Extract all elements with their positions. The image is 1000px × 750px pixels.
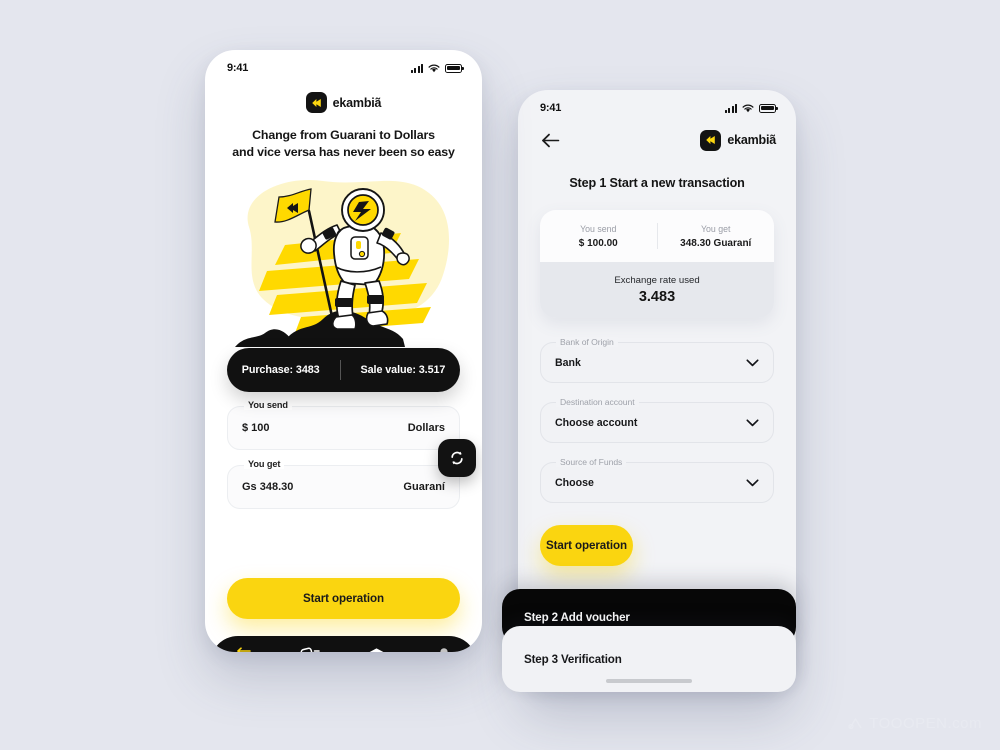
page-headline: Change from Guarani to Dollars and vice … [225,127,462,161]
page-title: Step 1 Start a new transaction [569,176,745,190]
astronaut-planting-flag-illustration [205,167,482,347]
you-send-caption: You send [580,223,617,234]
exchange-rate-value: 3.483 [638,289,676,305]
select-bank-of-origin[interactable]: Bank of Origin Bank [540,337,774,383]
select-destination-account-value: Choose account [555,416,638,429]
status-indicators [725,103,778,113]
wifi-icon [742,104,754,112]
you-send-field[interactable]: You send $ 100 Dollars [227,400,460,450]
watermark-text: TOOOPEN.com [869,715,982,732]
you-send-amount: $ 100.00 [578,237,618,249]
select-source-of-funds[interactable]: Source of Funds Choose [540,457,774,503]
double-chevron-left-icon [700,129,722,151]
exchange-fields: You send $ 100 Dollars You get Gs 348.30… [227,400,476,509]
status-indicators [411,63,464,73]
start-operation-button[interactable]: Start operation [227,578,460,619]
battery-full-icon [759,103,778,113]
select-bank-of-origin-label: Bank of Origin [556,337,618,347]
user-icon [435,646,453,652]
swap-currencies-button[interactable] [438,439,476,477]
you-get-label: You get [244,459,285,469]
you-get-amount: 348.30 Guaraní [680,237,752,249]
wifi-icon [428,64,440,72]
you-get-field[interactable]: You get Gs 348.30 Guaraní [227,459,460,509]
select-destination-account[interactable]: Destination account Choose account [540,397,774,443]
bank-icon [367,646,386,652]
status-bar: 9:41 [205,50,482,80]
summary-you-get: You get 348.30 Guaraní [658,224,775,249]
chevron-down-icon [746,418,759,426]
top-nav-bar: ekambiã [518,120,796,156]
watermark: TOOOPEN.com [847,715,982,732]
app-logo: ekambiã [700,129,776,151]
tab-accounts[interactable]: Accounts [349,646,405,652]
status-bar: 9:41 [518,90,796,120]
battery-full-icon [445,63,464,73]
status-time: 9:41 [227,62,249,74]
step-three-card[interactable]: Step 3 Verification [502,626,796,692]
tab-profile[interactable]: Profile [416,646,472,652]
chevron-down-icon [746,478,759,486]
tab-list[interactable]: List [282,646,338,652]
select-source-of-funds-label: Source of Funds [556,457,627,467]
you-get-value: Gs 348.30 [242,481,294,493]
back-button[interactable] [538,128,562,152]
app-logo: ekambiã [205,92,482,113]
summary-rate-row: Exchange rate used 3.483 [540,262,774,318]
you-get-currency: Guaraní [403,481,445,493]
cloud-logo-icon [848,718,862,730]
select-bank-of-origin-value: Bank [555,356,581,369]
you-send-value: $ 100 [242,422,270,434]
headline-line-2: and vice versa has never been so easy [232,145,455,159]
bottom-tab-bar: Start List [210,636,477,652]
you-send-currency: Dollars [407,422,445,434]
transaction-summary-card: You send $ 100.00 You get 348.30 Guaraní… [540,210,774,318]
summary-you-send: You send $ 100.00 [540,224,657,249]
ticket-list-icon [300,646,320,652]
headline-line-1: Change from Guarani to Dollars [252,128,435,142]
summary-amounts-row: You send $ 100.00 You get 348.30 Guaraní [540,210,774,262]
form-selects: Bank of Origin Bank Destination account … [540,337,774,503]
status-time: 9:41 [540,102,562,114]
canvas: 9:41 ekambiã Change from Guarani to Doll [0,0,1000,750]
double-chevron-left-icon [305,92,327,113]
brand-name: ekambiã [727,133,776,147]
tab-start[interactable]: Start [215,646,271,652]
home-indicator [606,679,692,683]
cellular-signal-icon [725,103,737,113]
brand-name: ekambiã [332,95,382,110]
select-destination-account-label: Destination account [556,397,639,407]
start-operation-button[interactable]: Start operation [540,525,633,566]
divider [339,360,341,380]
phone-mockup-one: 9:41 ekambiã Change from Guarani to Doll [205,50,482,652]
chevron-down-icon [746,358,759,366]
cellular-signal-icon [411,63,423,73]
transfer-arrows-icon [234,646,253,652]
select-source-of-funds-value: Choose [555,476,594,489]
sale-rate-text: Sale value: 3.517 [360,364,446,376]
arrow-left-icon [541,133,559,147]
purchase-rate-text: Purchase: 3483 [241,364,320,376]
swap-refresh-icon [451,451,463,465]
you-send-label: You send [244,400,292,410]
exchange-rate-pill: Purchase: 3483 Sale value: 3.517 [227,348,460,392]
you-get-caption: You get [700,223,731,234]
exchange-rate-caption: Exchange rate used [614,275,700,286]
step-three-label: Step 3 Verification [524,652,622,666]
